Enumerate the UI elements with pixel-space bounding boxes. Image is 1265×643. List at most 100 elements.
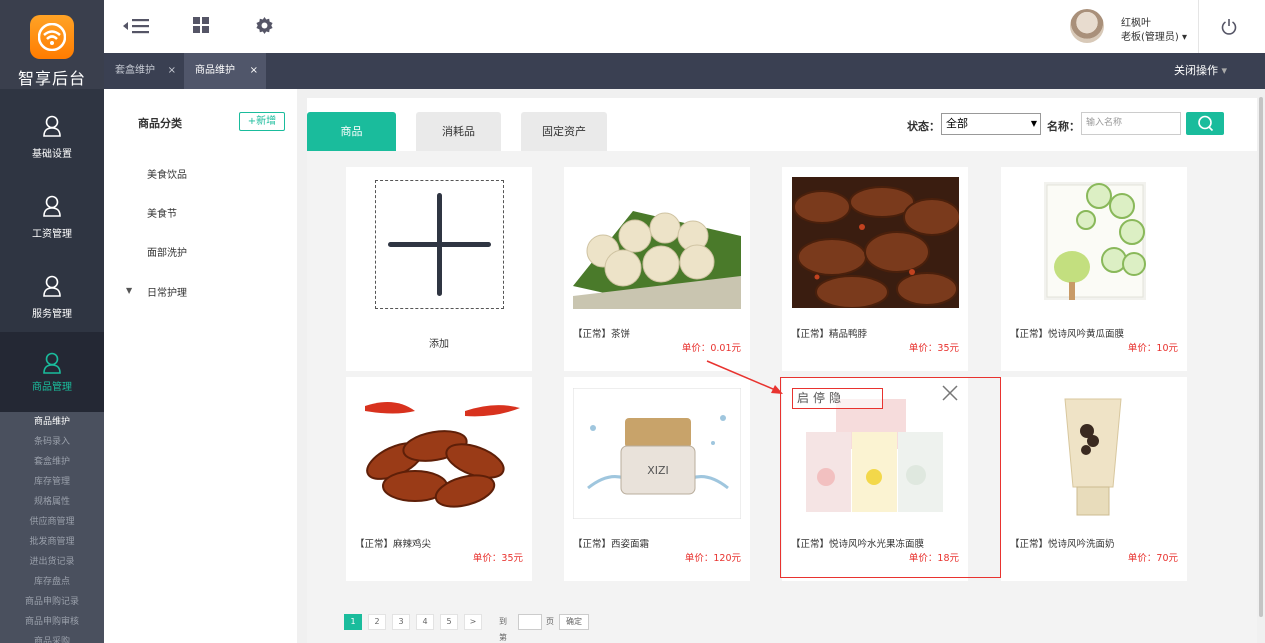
category-item[interactable]: 面部洗护 bbox=[147, 244, 187, 259]
subnav-item[interactable]: 批发商管理 bbox=[0, 532, 104, 552]
add-category-button[interactable]: +新增 bbox=[239, 112, 285, 131]
nav-label: 基础设置 bbox=[32, 149, 72, 160]
page-button[interactable]: 5 bbox=[440, 614, 458, 630]
avatar[interactable] bbox=[1070, 9, 1104, 43]
subnav-item[interactable]: 商品维护 bbox=[0, 412, 104, 432]
power-icon[interactable] bbox=[1221, 18, 1237, 35]
nav-item-basic-settings[interactable]: 基础设置 bbox=[0, 97, 104, 177]
category-item[interactable]: 日常护理 bbox=[147, 284, 187, 299]
page-button[interactable]: 2 bbox=[368, 614, 386, 630]
close-operations-menu[interactable]: 关闭操作 ▾ bbox=[1174, 53, 1227, 89]
tab-consumables[interactable]: 消耗品 bbox=[416, 112, 501, 151]
tab-bundle[interactable]: 套盒维护 × bbox=[104, 53, 184, 89]
add-box[interactable] bbox=[375, 180, 504, 309]
close-icon[interactable] bbox=[941, 384, 959, 402]
subnav-item[interactable]: 供应商管理 bbox=[0, 512, 104, 532]
next-page-button[interactable]: > bbox=[464, 614, 482, 630]
main-content: 商品 消耗品 固定资产 状态： 全部 ▼ 名称： 输入名称 添加 【正常】茶饼 … bbox=[307, 98, 1257, 643]
user-icon bbox=[43, 352, 61, 374]
product-card[interactable]: 【正常】悦诗风吟黄瓜面膜 单价：10元 bbox=[1001, 167, 1187, 371]
tab-fixed-assets[interactable]: 固定资产 bbox=[521, 112, 607, 151]
main-header: 商品 消耗品 固定资产 状态： 全部 ▼ 名称： 输入名称 bbox=[307, 98, 1257, 151]
search-button[interactable] bbox=[1186, 112, 1224, 135]
add-product-card[interactable]: 添加 bbox=[346, 167, 532, 371]
nav-label: 服务管理 bbox=[32, 309, 72, 320]
caret-down-icon: ▾ bbox=[1182, 32, 1188, 43]
expand-triangle-icon[interactable]: ▼ bbox=[126, 286, 132, 295]
subnav-item[interactable]: 规格属性 bbox=[0, 492, 104, 512]
goto-page-input[interactable] bbox=[518, 614, 542, 630]
product-price: 单价：10元 bbox=[1127, 343, 1178, 354]
tabbar: 套盒维护 × 商品维护 × 关闭操作 ▾ bbox=[104, 53, 1265, 89]
subnav-item[interactable]: 进出货记录 bbox=[0, 552, 104, 572]
product-name: 【正常】茶饼 bbox=[573, 329, 631, 340]
product-price: 单价：35元 bbox=[908, 343, 959, 354]
page-button[interactable]: 4 bbox=[416, 614, 434, 630]
tab-label: 套盒维护 bbox=[115, 65, 155, 76]
product-card[interactable]: 【正常】茶饼 单价：0.01元 bbox=[564, 167, 750, 371]
sidebar: 智享后台 基础设置 工资管理 服务管理 商品管理 商品维护 条码录入 套盒维护 bbox=[0, 0, 104, 643]
tab-products[interactable]: 商品 bbox=[307, 112, 396, 151]
brand-name: 智享后台 bbox=[17, 69, 86, 88]
subnav-item[interactable]: 套盒维护 bbox=[0, 452, 104, 472]
scrollbar[interactable] bbox=[1258, 89, 1265, 643]
subnav: 商品维护 条码录入 套盒维护 库存管理 规格属性 供应商管理 批发商管理 进出货… bbox=[0, 412, 104, 643]
grid-icon[interactable] bbox=[193, 17, 209, 33]
product-name: 【正常】麻辣鸡尖 bbox=[355, 539, 432, 550]
subnav-item[interactable]: 条码录入 bbox=[0, 432, 104, 452]
collapse-menu-icon[interactable] bbox=[122, 17, 150, 35]
nav-item-salary[interactable]: 工资管理 bbox=[0, 177, 104, 257]
category-item[interactable]: 美食节 bbox=[147, 205, 177, 220]
close-icon[interactable]: × bbox=[250, 53, 258, 89]
product-name: 【正常】精品鸭脖 bbox=[791, 329, 868, 340]
nav-item-products[interactable]: 商品管理 bbox=[0, 332, 104, 412]
subnav-item[interactable]: 商品申购记录 bbox=[0, 592, 104, 612]
product-card[interactable]: 【正常】麻辣鸡尖 单价：35元 bbox=[346, 377, 532, 581]
category-item[interactable]: 美食饮品 bbox=[147, 166, 187, 181]
nav-item-service[interactable]: 服务管理 bbox=[0, 257, 104, 337]
caret-down-icon: ▾ bbox=[1221, 64, 1227, 77]
goto-label: 到第 bbox=[499, 617, 507, 642]
page-label: 页 bbox=[546, 617, 554, 626]
tab-product-maintenance[interactable]: 商品维护 × bbox=[184, 53, 266, 89]
product-card[interactable]: 【正常】悦诗风吟洗面奶 单价：70元 bbox=[1001, 377, 1187, 581]
product-name: 【正常】悦诗风吟洗面奶 bbox=[1010, 539, 1115, 550]
product-card[interactable]: 【正常】精品鸭脖 单价：35元 bbox=[782, 167, 968, 371]
close-icon[interactable]: × bbox=[168, 53, 176, 89]
nav-label: 工资管理 bbox=[32, 229, 72, 240]
status-select[interactable]: 全部 ▼ bbox=[941, 113, 1041, 135]
subnav-item[interactable]: 库存盘点 bbox=[0, 572, 104, 592]
page-button[interactable]: 1 bbox=[344, 614, 362, 630]
category-title: 商品分类 bbox=[138, 117, 182, 130]
user-name: 红枫叶 bbox=[1121, 18, 1151, 29]
name-search-input[interactable]: 输入名称 bbox=[1081, 112, 1181, 135]
subnav-item[interactable]: 商品申购审核 bbox=[0, 612, 104, 632]
product-card[interactable]: XIZI 【正常】西姿面霜 单价：120元 bbox=[564, 377, 750, 581]
subnav-item[interactable]: 库存管理 bbox=[0, 472, 104, 492]
page-button[interactable]: 3 bbox=[392, 614, 410, 630]
close-ops-label: 关闭操作 bbox=[1173, 64, 1218, 77]
name-label: 名称： bbox=[1047, 120, 1080, 133]
product-image bbox=[355, 386, 523, 519]
topbar: 红枫叶 老板(管理员) ▾ bbox=[104, 0, 1265, 53]
user-role: 老板(管理员) bbox=[1121, 32, 1179, 43]
product-price: 单价：70元 bbox=[1127, 553, 1178, 564]
user-icon bbox=[43, 115, 61, 137]
scrollbar-thumb[interactable] bbox=[1259, 97, 1263, 617]
plus-icon bbox=[388, 193, 491, 296]
subnav-item[interactable]: 商品采购 bbox=[0, 632, 104, 643]
logo-icon bbox=[30, 15, 74, 59]
product-name: 【正常】悦诗风吟黄瓜面膜 bbox=[1010, 329, 1125, 340]
add-label: 添加 bbox=[429, 339, 449, 350]
tab-label: 商品维护 bbox=[195, 65, 235, 76]
category-panel: 商品分类 +新增 美食饮品 美食节 面部洗护 ▼ 日常护理 bbox=[104, 89, 297, 643]
status-value: 全部 bbox=[946, 117, 968, 130]
status-label: 状态： bbox=[907, 120, 940, 133]
user-role-dropdown[interactable]: 老板(管理员) ▾ bbox=[1121, 28, 1187, 43]
product-image bbox=[1044, 182, 1146, 300]
gear-icon[interactable] bbox=[256, 17, 273, 34]
product-image bbox=[573, 176, 741, 309]
goto-confirm-button[interactable]: 确定 bbox=[559, 614, 589, 630]
divider bbox=[1198, 0, 1199, 53]
card-ops-toolbar[interactable]: 启停隐 bbox=[792, 388, 883, 409]
